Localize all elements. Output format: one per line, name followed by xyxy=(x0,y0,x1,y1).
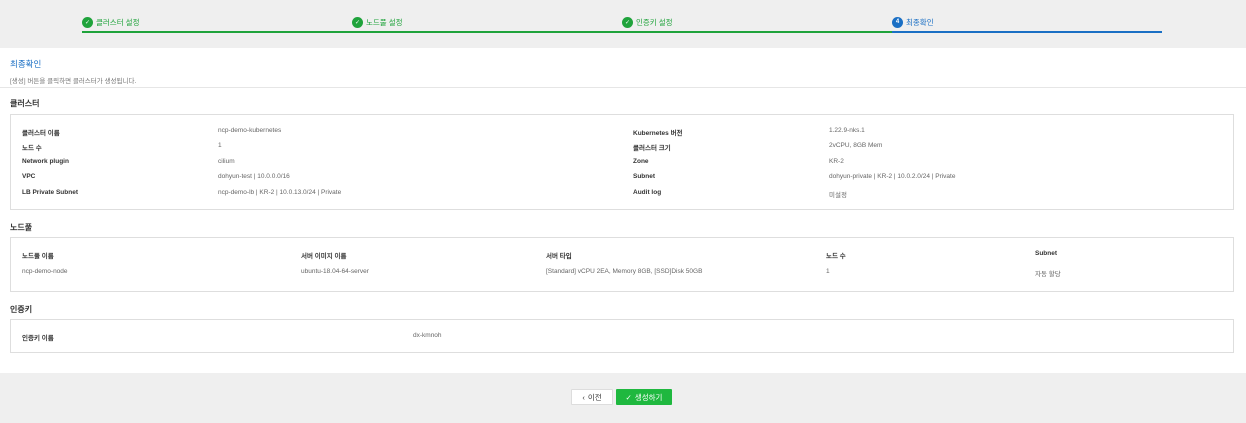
section-title-cluster: 클러스터 xyxy=(10,99,40,108)
step-final-confirm: 4 최종확인 xyxy=(892,12,934,32)
audit-log-value: 미설정 xyxy=(829,192,847,199)
authkey-name-value: dx-kmnoh xyxy=(413,332,442,339)
check-icon: ✓ xyxy=(352,16,363,28)
table-cell-server-image: ubuntu-18.04-64-server xyxy=(301,268,369,275)
chevron-left-icon: ‹ xyxy=(582,392,585,402)
progress-line-current xyxy=(892,31,1162,33)
network-plugin-value: cilium xyxy=(218,158,235,165)
create-button-label: 생성하기 xyxy=(634,392,663,402)
section-title-authkey: 인증키 xyxy=(10,305,33,314)
divider xyxy=(0,87,1246,88)
column-header-node-count: 노드 수 xyxy=(826,253,846,260)
progress-line-complete xyxy=(82,31,892,33)
column-header-nodepool-name: 노드풀 이름 xyxy=(22,253,54,260)
audit-log-label: Audit log xyxy=(633,189,662,196)
table-cell-subnet: 자동 할당 xyxy=(1035,271,1061,278)
vpc-label: VPC xyxy=(22,173,36,180)
page-title: 최종확인 xyxy=(10,59,42,69)
node-count-label: 노드 수 xyxy=(22,145,42,152)
step-label: 클러스터 설정 xyxy=(96,17,140,27)
check-icon: ✓ xyxy=(622,16,633,28)
subnet-label: Subnet xyxy=(633,173,656,180)
column-header-subnet: Subnet xyxy=(1035,250,1058,257)
step-number-icon: 4 xyxy=(892,16,903,28)
table-cell-nodepool-name: ncp-demo-node xyxy=(22,268,68,275)
table-cell-node-count: 1 xyxy=(826,268,830,275)
authkey-box: 인증키 이름 dx-kmnoh xyxy=(10,319,1234,353)
network-plugin-label: Network plugin xyxy=(22,158,69,165)
step-authkey-settings[interactable]: ✓ 인증키 설정 xyxy=(622,12,673,32)
nodepool-table: 노드풀 이름 서버 이미지 이름 서버 타입 노드 수 Subnet ncp-d… xyxy=(10,237,1234,292)
prev-button[interactable]: ‹ 이전 xyxy=(571,389,613,405)
node-count-value: 1 xyxy=(218,142,222,149)
page-description: [생성] 버튼을 클릭하면 클러스터가 생성됩니다. xyxy=(10,78,137,85)
column-header-server-image: 서버 이미지 이름 xyxy=(301,253,347,260)
k8s-version-value: 1.22.9-nks.1 xyxy=(829,127,865,134)
step-nodepool-settings[interactable]: ✓ 노드풀 설정 xyxy=(352,12,403,32)
lb-subnet-label: LB Private Subnet xyxy=(22,189,78,196)
cluster-size-label: 클러스터 크기 xyxy=(633,145,671,152)
vpc-value: dohyun-test | 10.0.0.0/16 xyxy=(218,173,290,180)
cluster-name-label: 클러스터 이름 xyxy=(22,130,60,137)
subnet-value: dohyun-private | KR-2 | 10.0.2.0/24 | Pr… xyxy=(829,173,956,180)
table-cell-server-type: [Standard] vCPU 2EA, Memory 8GB, [SSD]Di… xyxy=(546,268,703,275)
cluster-name-value: ncp-demo-kubernetes xyxy=(218,127,282,134)
intro: 최종확인 [생성] 버튼을 클릭하면 클러스터가 생성됩니다. xyxy=(10,58,136,85)
prev-button-label: 이전 xyxy=(587,392,602,402)
check-icon: ✓ xyxy=(82,16,93,28)
step-label: 노드풀 설정 xyxy=(366,17,403,27)
section-title-nodepool: 노드풀 xyxy=(10,223,33,232)
zone-label: Zone xyxy=(633,158,649,165)
stepper: ✓ 클러스터 설정 ✓ 노드풀 설정 ✓ 인증키 설정 4 최종확인 xyxy=(82,12,1162,34)
check-icon: ✓ xyxy=(625,392,632,402)
cluster-size-value: 2vCPU, 8GB Mem xyxy=(829,142,883,149)
step-label: 최종확인 xyxy=(906,17,934,27)
create-button[interactable]: ✓ 생성하기 xyxy=(616,389,672,405)
lb-subnet-value: ncp-demo-lb | KR-2 | 10.0.13.0/24 | Priv… xyxy=(218,189,342,196)
k8s-version-label: Kubernetes 버전 xyxy=(633,130,683,137)
zone-value: KR-2 xyxy=(829,158,844,165)
column-header-server-type: 서버 타입 xyxy=(546,253,572,260)
cluster-summary-box: 클러스터 이름 ncp-demo-kubernetes 노드 수 1 Netwo… xyxy=(10,114,1234,210)
step-cluster-settings[interactable]: ✓ 클러스터 설정 xyxy=(82,12,139,32)
main-panel: 최종확인 [생성] 버튼을 클릭하면 클러스터가 생성됩니다. 클러스터 클러스… xyxy=(0,48,1246,373)
authkey-name-label: 인증키 이름 xyxy=(22,335,54,342)
step-label: 인증키 설정 xyxy=(636,17,673,27)
